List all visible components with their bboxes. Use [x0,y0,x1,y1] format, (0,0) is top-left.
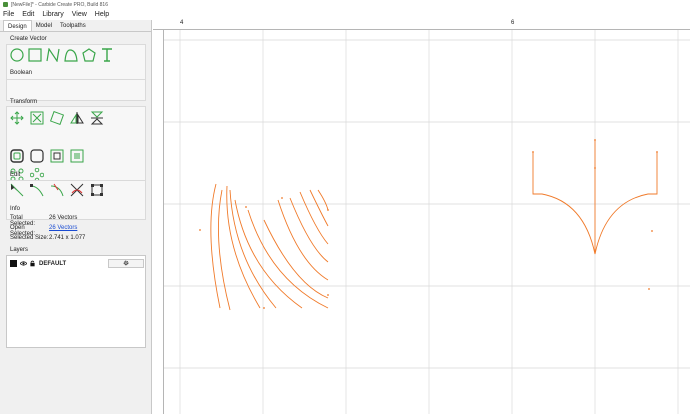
node-box-icon[interactable] [90,183,104,197]
layer-name: DEFAULT [39,260,67,267]
ruler-label-4: 4 [180,20,184,26]
menu-edit[interactable]: Edit [22,11,34,18]
title-bar: [NewFile]* - Carbide Create PRO, Build 8… [0,0,690,9]
menu-library[interactable]: Library [42,11,63,18]
info-heading: Info [10,206,21,212]
rectangle-icon[interactable] [28,48,42,62]
polyline-icon[interactable] [46,48,60,62]
polygon-icon[interactable] [82,48,96,62]
info-selected-size: Selected Size: 2.741 x 1.077 [10,235,85,241]
eye-icon[interactable] [19,260,28,267]
boolean-heading: Boolean [10,70,33,76]
tab-design[interactable]: Design [3,20,32,31]
selected-size-value: 2.741 x 1.077 [49,235,86,241]
vector-drawing[interactable] [164,30,690,414]
offset-icon[interactable] [10,149,24,163]
tab-model[interactable]: Model [32,20,56,31]
menu-view[interactable]: View [72,11,87,18]
tab-bar: Design Model Toolpaths [0,20,151,32]
app-logo-icon [3,2,8,7]
smooth-node-icon[interactable] [30,183,44,197]
menu-help[interactable]: Help [95,11,109,18]
left-ruler [153,30,164,414]
circle-icon[interactable] [10,48,24,62]
lock-icon[interactable] [29,260,36,267]
tab-toolpaths[interactable]: Toolpaths [56,20,90,31]
sidebar: Design Model Toolpaths Create Vector Boo… [0,20,152,414]
cut-icon[interactable] [70,183,84,197]
menu-bar: File Edit Library View Help [0,9,690,20]
ruler-label-6: 6 [511,20,515,26]
layers-heading: Layers [10,247,29,253]
transform-heading: Transform [10,99,38,105]
window-title: [NewFile]* - Carbide Create PRO, Build 8… [11,1,108,8]
left-curves-group [210,183,329,311]
curve-icon[interactable] [64,48,78,62]
design-canvas[interactable]: 4 6 [153,20,690,414]
boolean-panel [6,79,146,101]
grid-lines [164,30,690,414]
move-icon[interactable] [10,111,24,125]
create-vector-heading: Create Vector [10,36,47,42]
right-trident-shape [532,140,658,255]
layers-panel: DEFAULT [6,255,146,348]
scale-icon[interactable] [30,111,44,125]
layer-row[interactable]: DEFAULT [10,259,144,268]
align-icon[interactable] [50,149,64,163]
edit-heading: Edit [10,172,21,178]
menu-file[interactable]: File [3,11,14,18]
flip-icon[interactable] [90,111,104,125]
top-ruler: 4 6 [153,20,690,30]
curve-node-icon[interactable] [50,183,64,197]
selected-size-label: Selected Size: [10,235,49,241]
layer-settings-button[interactable] [108,259,144,268]
rotate-icon[interactable] [50,111,64,125]
rounded-square-icon[interactable] [30,149,44,163]
gear-icon [123,260,129,268]
text-icon[interactable] [100,48,114,62]
layer-color-swatch[interactable] [10,260,17,267]
trim-icon[interactable] [70,149,84,163]
node-edit-icon[interactable] [10,183,24,197]
mirror-icon[interactable] [70,111,84,125]
